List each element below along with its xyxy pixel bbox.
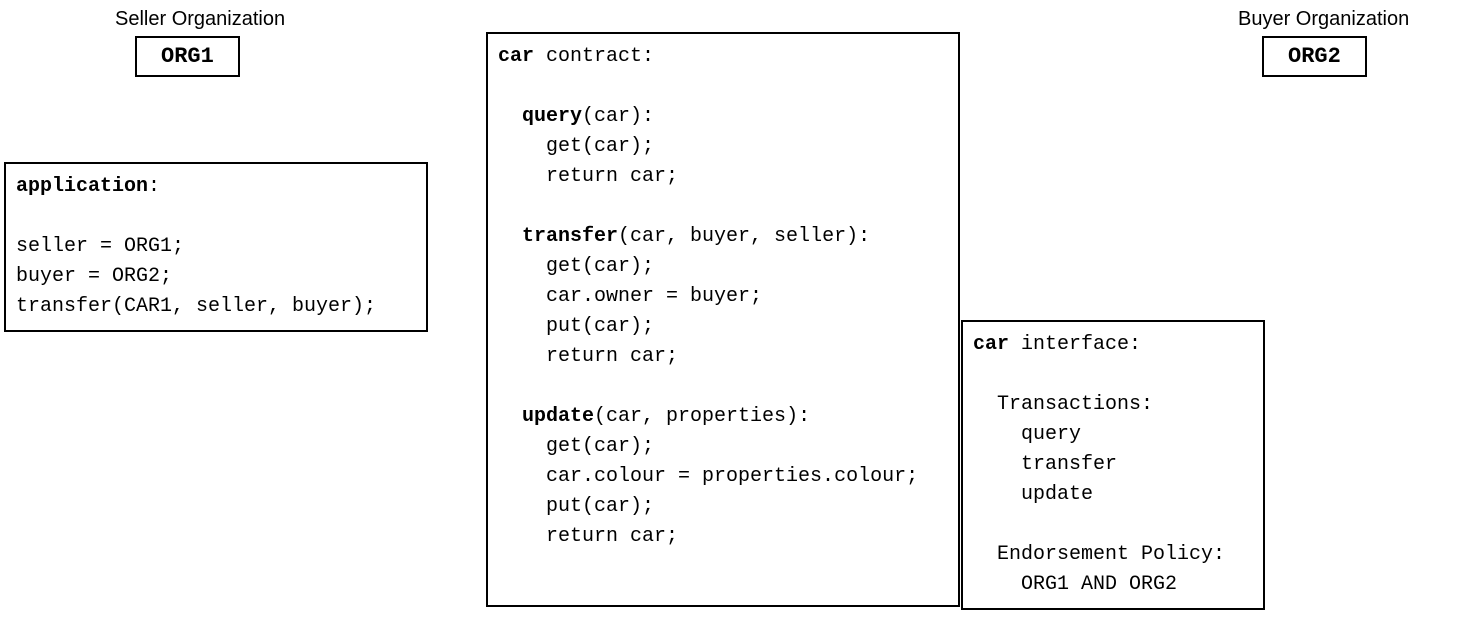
contract-query-b2: return car; bbox=[546, 165, 678, 188]
seller-org-label: Seller Organization bbox=[115, 8, 285, 31]
contract-transfer-b3: put(car); bbox=[546, 315, 654, 338]
interface-tx-header: Transactions: bbox=[997, 393, 1153, 416]
interface-code-box: car interface: Transactions: query trans… bbox=[961, 320, 1265, 610]
interface-tx1: query bbox=[1021, 423, 1081, 446]
contract-transfer-sig: (car, buyer, seller): bbox=[618, 225, 870, 248]
contract-update-b4: return car; bbox=[546, 525, 678, 548]
interface-tx3: update bbox=[1021, 483, 1093, 506]
contract-transfer-name: transfer bbox=[522, 225, 618, 248]
contract-code-box: car contract: query(car): get(car); retu… bbox=[486, 32, 960, 607]
application-title: application bbox=[16, 175, 148, 198]
application-line2: buyer = ORG2; bbox=[16, 265, 172, 288]
contract-title-bold: car bbox=[498, 45, 534, 68]
contract-update-b2: car.colour = properties.colour; bbox=[546, 465, 918, 488]
interface-ep-header: Endorsement Policy: bbox=[997, 543, 1225, 566]
application-code-box: application: seller = ORG1; buyer = ORG2… bbox=[4, 162, 428, 332]
contract-transfer-b1: get(car); bbox=[546, 255, 654, 278]
contract-transfer-b2: car.owner = buyer; bbox=[546, 285, 762, 308]
interface-tx2: transfer bbox=[1021, 453, 1117, 476]
application-line1: seller = ORG1; bbox=[16, 235, 184, 258]
application-line3: transfer(CAR1, seller, buyer); bbox=[16, 295, 376, 318]
contract-query-name: query bbox=[522, 105, 582, 128]
interface-ep-body: ORG1 AND ORG2 bbox=[1021, 573, 1177, 596]
contract-update-sig: (car, properties): bbox=[594, 405, 810, 428]
contract-query-sig: (car): bbox=[582, 105, 654, 128]
interface-title-bold: car bbox=[973, 333, 1009, 356]
buyer-org-box: ORG2 bbox=[1262, 36, 1367, 77]
buyer-org-label: Buyer Organization bbox=[1238, 8, 1409, 31]
contract-transfer-b4: return car; bbox=[546, 345, 678, 368]
contract-update-name: update bbox=[522, 405, 594, 428]
seller-org-box: ORG1 bbox=[135, 36, 240, 77]
contract-update-b1: get(car); bbox=[546, 435, 654, 458]
contract-title-rest: contract: bbox=[534, 45, 654, 68]
contract-query-b1: get(car); bbox=[546, 135, 654, 158]
contract-update-b3: put(car); bbox=[546, 495, 654, 518]
interface-title-rest: interface: bbox=[1009, 333, 1141, 356]
